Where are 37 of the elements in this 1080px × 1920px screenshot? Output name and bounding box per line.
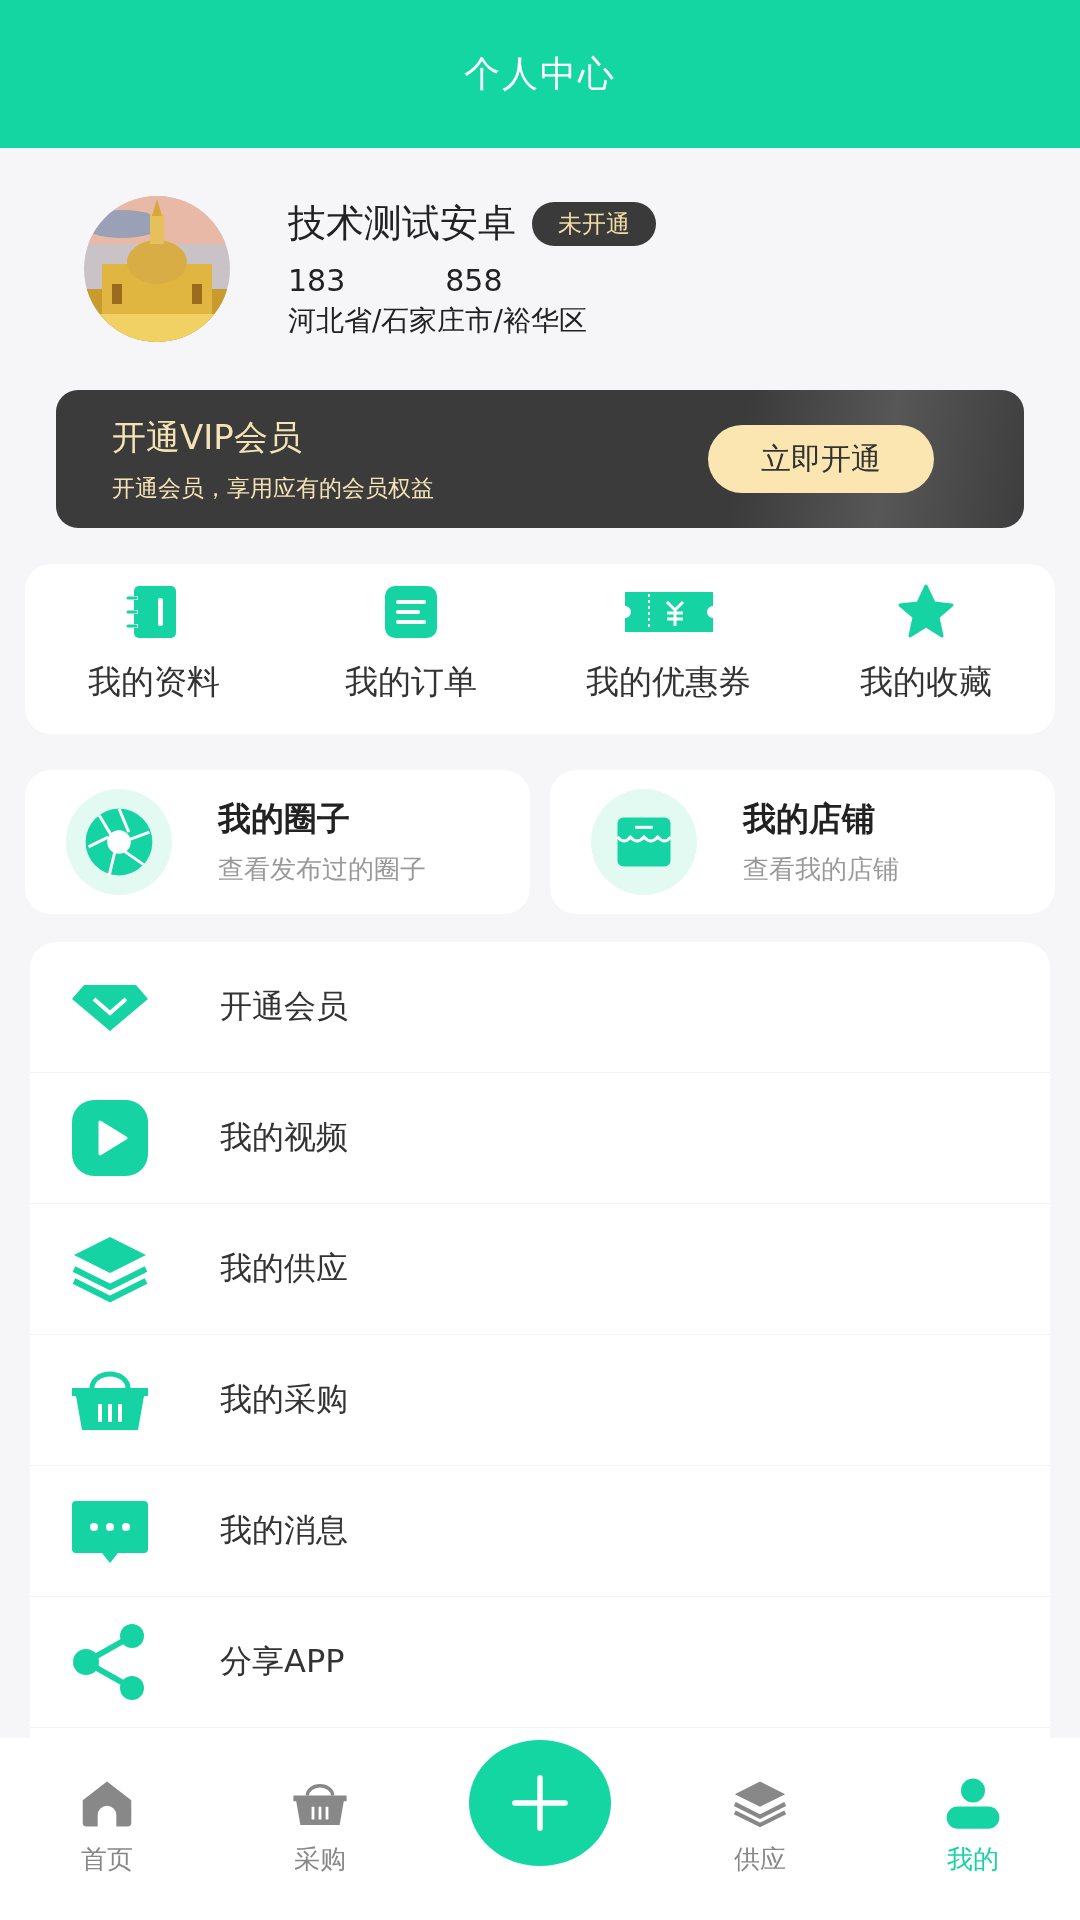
play-icon bbox=[70, 1098, 150, 1178]
menu-label: 我的消息 bbox=[220, 1510, 348, 1551]
card-subtitle: 查看我的店铺 bbox=[743, 853, 899, 886]
stat-count: 858 bbox=[445, 263, 503, 298]
stat-count: 183 bbox=[288, 263, 346, 298]
aperture-icon bbox=[65, 788, 173, 896]
menu-item[interactable]: 我的采购 bbox=[30, 1335, 1050, 1466]
nav-tab[interactable]: 采购 bbox=[255, 1738, 386, 1877]
menu-label: 开通会员 bbox=[220, 986, 348, 1027]
nav-tab[interactable]: 首页 bbox=[41, 1738, 172, 1877]
vip-title: 开通VIP会员 bbox=[112, 415, 303, 459]
menu-item[interactable]: 我的消息 bbox=[30, 1466, 1050, 1597]
menu-label: 我的供应 bbox=[220, 1248, 348, 1289]
shortcut-label[interactable]: 我的资料 bbox=[87, 660, 220, 705]
feature-card[interactable]: 我的店铺 查看我的店铺 bbox=[550, 770, 1055, 914]
shop-icon bbox=[590, 788, 698, 896]
user-name: 技术测试安卓 bbox=[288, 200, 516, 247]
shortcut-label[interactable]: 我的收藏 bbox=[860, 660, 993, 705]
page-title: 个人中心 bbox=[464, 51, 616, 96]
membership-badge: 未开通 bbox=[532, 201, 656, 246]
user-location: 河北省/石家庄市/裕华区 bbox=[288, 303, 588, 339]
menu-label: 我的采购 bbox=[220, 1379, 348, 1420]
card-title: 我的圈子 bbox=[218, 798, 351, 840]
card-subtitle: 查看发布过的圈子 bbox=[218, 853, 426, 886]
feature-card[interactable]: 我的圈子 查看发布过的圈子 bbox=[25, 770, 530, 914]
activate-button[interactable]: 立即开通 bbox=[708, 425, 934, 493]
menu-item[interactable]: 我的视频 bbox=[30, 1073, 1050, 1204]
menu-label: 我的视频 bbox=[220, 1117, 348, 1158]
menu-item[interactable]: 分享APP bbox=[30, 1597, 1050, 1728]
shortcut-label[interactable]: 我的优惠券 bbox=[586, 660, 752, 705]
menu-label: 分享APP bbox=[220, 1641, 345, 1682]
menu-item[interactable]: 开通会员 bbox=[30, 942, 1050, 1073]
menu-item[interactable]: 我的供应 bbox=[30, 1204, 1050, 1335]
nav-tab[interactable]: 供应 bbox=[694, 1738, 825, 1877]
vip-subtitle: 开通会员，享用应有的会员权益 bbox=[112, 473, 434, 503]
shortcut-label[interactable]: 我的订单 bbox=[345, 660, 478, 705]
card-title: 我的店铺 bbox=[743, 798, 876, 840]
